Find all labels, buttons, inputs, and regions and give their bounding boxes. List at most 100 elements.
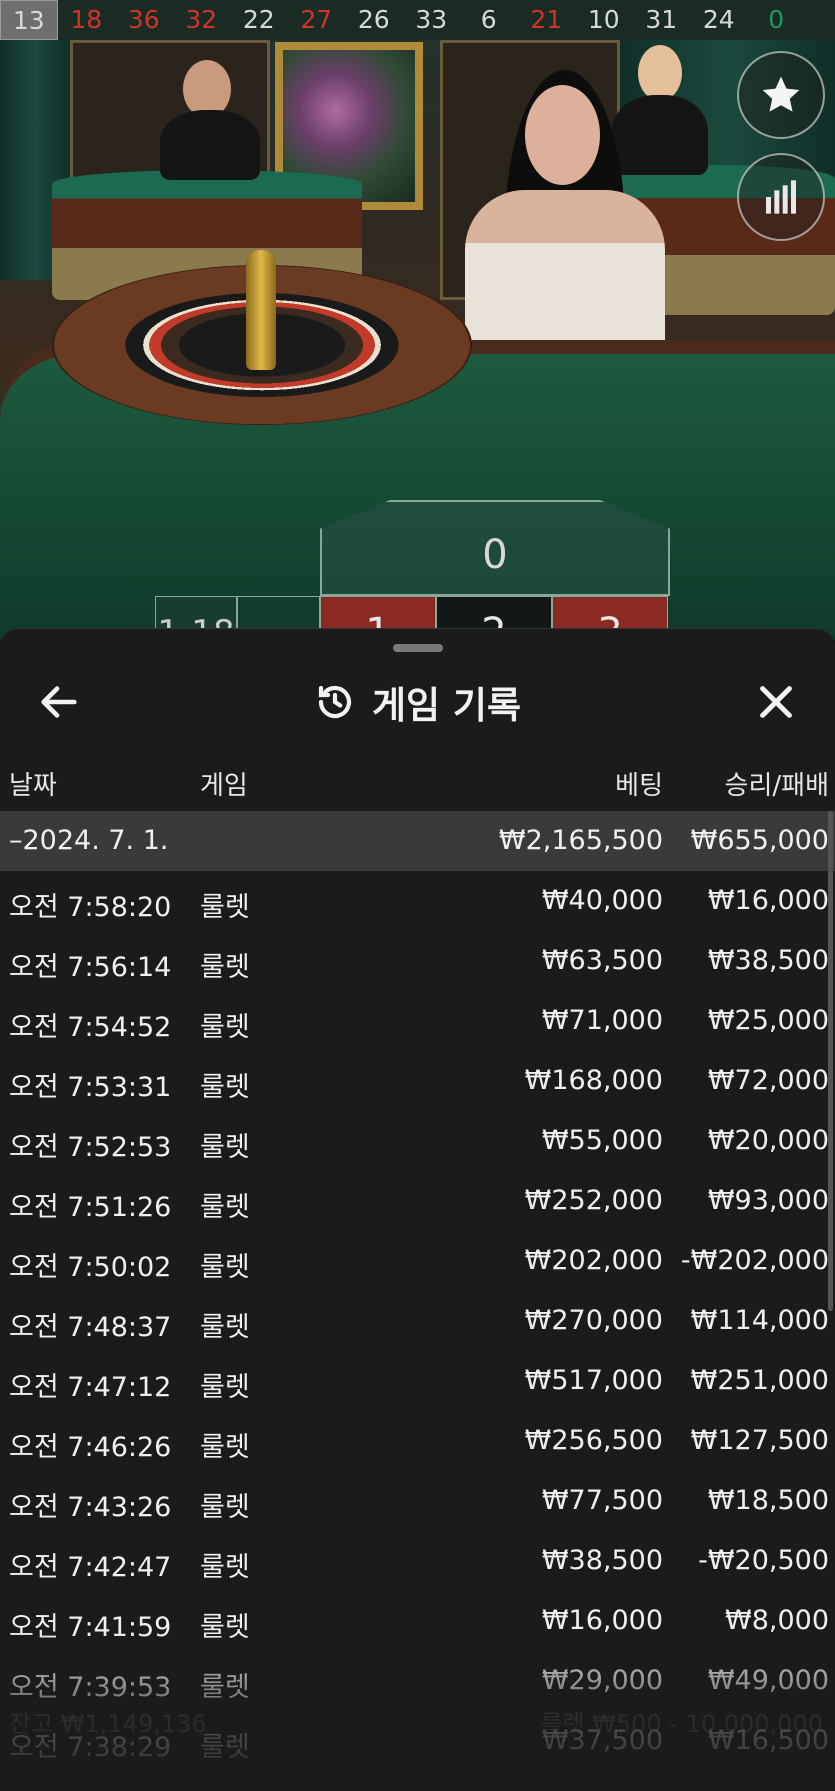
history-row[interactable]: 오전 7:58:20 룰렛 ₩40,000 ₩16,000 [0,871,835,931]
column-header-game: 게임 [200,771,248,801]
scrollbar[interactable] [828,811,833,1311]
row-game: 룰렛 [200,1012,250,1043]
row-game: 룰렛 [200,892,250,923]
row-time: 오전 7:56:14 [9,952,172,983]
sheet-title-group: 게임 기록 [0,669,835,735]
row-time: 오전 7:42:47 [9,1552,172,1583]
balance-readout: 잔고 ₩1,149,136 [9,1710,207,1738]
history-list: –2024. 7. 1. ₩2,165,500 ₩655,000 오전 7:58… [0,811,835,1771]
history-row[interactable]: 오전 7:46:26 룰렛 ₩256,500 ₩127,500 [0,1411,835,1471]
row-win-loss: ₩8,000 [725,1605,829,1636]
row-game: 룰렛 [200,1072,250,1103]
row-time: 오전 7:51:26 [9,1192,172,1223]
row-time: 오전 7:54:52 [9,1012,172,1043]
bar-chart-icon [766,180,796,214]
row-time: 오전 7:53:31 [9,1072,172,1103]
row-win-loss: -₩202,000 [680,1245,829,1276]
row-bet: ₩63,500 [541,945,663,976]
history-row[interactable]: 오전 7:42:47 룰렛 ₩38,500 -₩20,500 [0,1531,835,1591]
row-win-loss: ₩93,000 [707,1185,829,1216]
live-dealer-video: 0 1-18 1 2 3 [0,40,835,640]
date-summary-row[interactable]: –2024. 7. 1. ₩2,165,500 ₩655,000 [0,811,835,871]
row-bet: ₩202,000 [524,1245,663,1276]
column-header-bet: 베팅 [615,771,663,801]
recent-results-strip: 13 18 36 32 22 27 26 33 6 21 10 31 24 0 [0,0,835,40]
table-limits-readout: 룰렛 ₩500 - 10,000,000 [540,1710,823,1738]
row-bet: ₩29,000 [541,1665,663,1696]
history-row[interactable]: 오전 7:41:59 룰렛 ₩16,000 ₩8,000 [0,1591,835,1651]
history-row[interactable]: 오전 7:48:37 룰렛 ₩270,000 ₩114,000 [0,1291,835,1351]
row-bet: ₩16,000 [541,1605,663,1636]
row-time: 오전 7:58:20 [9,892,172,923]
history-row[interactable]: 오전 7:39:53 룰렛 ₩29,000 ₩49,000 [0,1651,835,1711]
row-bet: ₩40,000 [541,885,663,916]
row-game: 룰렛 [200,1552,250,1583]
history-row[interactable]: 오전 7:54:52 룰렛 ₩71,000 ₩25,000 [0,991,835,1051]
history-row[interactable]: 오전 7:52:53 룰렛 ₩55,000 ₩20,000 [0,1111,835,1171]
row-win-loss: ₩38,500 [707,945,829,976]
row-game: 룰렛 [200,1192,250,1223]
history-row[interactable]: 오전 7:51:26 룰렛 ₩252,000 ₩93,000 [0,1171,835,1231]
result-number: 22 [242,5,275,34]
row-time: 오전 7:39:53 [9,1672,172,1703]
row-win-loss: ₩25,000 [707,1005,829,1036]
result-number: 31 [645,5,678,34]
row-bet: ₩71,000 [541,1005,663,1036]
bet-spot-zero[interactable]: 0 [320,500,670,596]
row-win-loss: ₩16,000 [707,885,829,916]
close-icon [760,686,792,718]
row-time: 오전 7:52:53 [9,1132,172,1163]
row-bet: ₩77,500 [541,1485,663,1516]
row-bet: ₩517,000 [524,1365,663,1396]
row-bet: ₩256,500 [524,1425,663,1456]
row-win-loss: ₩49,000 [707,1665,829,1696]
statistics-button[interactable] [737,153,825,241]
result-number: 33 [415,5,448,34]
result-number: 26 [357,5,390,34]
result-number: 24 [702,5,735,34]
row-win-loss: ₩20,000 [707,1125,829,1156]
sheet-drag-handle[interactable] [393,644,443,652]
row-win-loss: ₩72,000 [707,1065,829,1096]
row-win-loss: ₩127,500 [690,1425,829,1456]
result-number: 0 [768,5,785,34]
background-dealer [612,95,708,175]
summary-win-total: ₩655,000 [690,825,829,856]
row-bet: ₩38,500 [541,1545,663,1576]
row-time: 오전 7:50:02 [9,1252,172,1283]
favorite-button[interactable] [737,51,825,139]
history-row[interactable]: 오전 7:47:12 룰렛 ₩517,000 ₩251,000 [0,1351,835,1411]
row-time: 오전 7:43:26 [9,1492,172,1523]
result-number: 21 [530,5,563,34]
row-time: 오전 7:41:59 [9,1612,172,1643]
dealer-head [638,45,682,101]
dealer-face [525,85,600,185]
history-row[interactable]: 오전 7:53:31 룰렛 ₩168,000 ₩72,000 [0,1051,835,1111]
row-time: 오전 7:47:12 [9,1372,172,1403]
result-number: 36 [127,5,160,34]
history-row[interactable]: 오전 7:50:02 룰렛 ₩202,000 -₩202,000 [0,1231,835,1291]
row-game: 룰렛 [200,1252,250,1283]
game-history-sheet: 게임 기록 날짜 게임 베팅 승리/패배 –2024. 7. 1. ₩2,165… [0,628,835,1791]
summary-date: –2024. 7. 1. [9,825,169,856]
history-row[interactable]: 오전 7:43:26 룰렛 ₩77,500 ₩18,500 [0,1471,835,1531]
row-bet: ₩55,000 [541,1125,663,1156]
result-number: 18 [70,5,103,34]
row-game: 룰렛 [200,1312,250,1343]
row-win-loss: ₩114,000 [690,1305,829,1336]
row-game: 룰렛 [200,1612,250,1643]
close-button[interactable] [753,679,799,725]
row-win-loss: ₩251,000 [690,1365,829,1396]
history-row[interactable]: 오전 7:56:14 룰렛 ₩63,500 ₩38,500 [0,931,835,991]
row-game: 룰렛 [200,1432,250,1463]
column-header-date: 날짜 [9,771,57,801]
wheel-spindle [246,250,276,370]
sheet-title: 게임 기록 [371,684,522,727]
row-time: 오전 7:46:26 [9,1432,172,1463]
result-number: 6 [480,5,497,34]
latest-result: 13 [0,0,58,40]
row-game: 룰렛 [200,1732,250,1763]
star-icon [762,76,800,112]
row-win-loss: ₩18,500 [707,1485,829,1516]
row-game: 룰렛 [200,1132,250,1163]
